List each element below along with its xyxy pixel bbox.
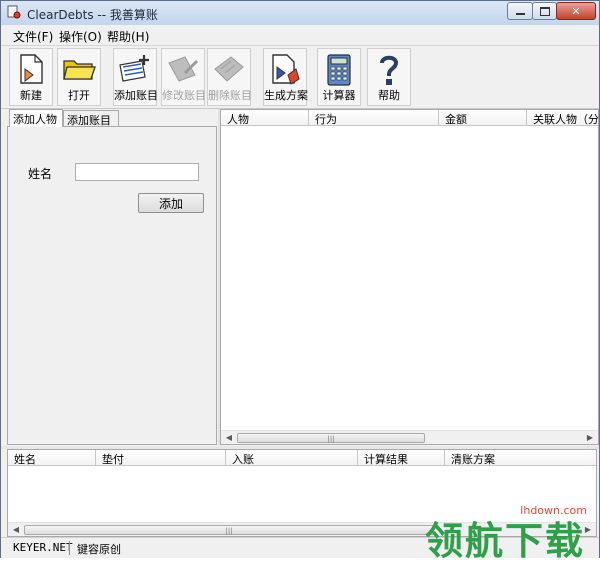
status-site: KEYER.NET <box>13 541 73 554</box>
generate-plan-button[interactable]: 生成方案 <box>263 48 308 106</box>
calculator-icon <box>327 54 351 86</box>
help-button[interactable]: 帮助 <box>367 48 411 106</box>
entries-column-amount[interactable]: 金额 <box>439 110 527 126</box>
summary-column-plan[interactable]: 清账方案 <box>445 450 596 466</box>
add-entry-button-label: 添加账目 <box>114 89 158 102</box>
calculator-button[interactable]: 计算器 <box>317 48 361 106</box>
entries-scroll-thumb[interactable]: ||| <box>237 433 425 443</box>
name-label: 姓名 <box>28 167 53 181</box>
calculator-button-label: 计算器 <box>322 89 356 102</box>
close-icon: ✕ <box>571 4 581 18</box>
grip-icon: ||| <box>327 435 335 443</box>
add-person-button[interactable]: 添加 <box>138 193 204 213</box>
edit-entry-icon <box>168 56 199 82</box>
summary-scroll-thumb[interactable]: ||| <box>24 525 434 535</box>
delete-entry-icon <box>214 56 244 82</box>
main-content: 添加人物 添加账目 姓名 添加 人物 行为 金额 关联人物（分 ◀ ||| ▶ … <box>1 109 599 537</box>
menu-bar: 文件(F) 操作(O) 帮助(H) <box>1 25 599 46</box>
tab-add-entry[interactable]: 添加账目 <box>63 110 119 127</box>
new-button[interactable]: 新建 <box>9 48 53 106</box>
grip-icon: ||| <box>225 527 233 535</box>
scroll-left-icon[interactable]: ◀ <box>224 433 234 443</box>
status-divider <box>69 541 70 555</box>
add-entry-icon <box>119 55 149 82</box>
new-document-icon <box>20 54 43 84</box>
menu-help[interactable]: 帮助(H) <box>107 28 149 45</box>
left-panel: 添加人物 添加账目 姓名 添加 <box>7 109 217 445</box>
name-input[interactable] <box>75 163 199 181</box>
open-folder-icon <box>63 60 96 80</box>
generate-plan-icon <box>272 54 300 85</box>
add-entry-button[interactable]: 添加账目 <box>113 48 158 106</box>
entries-horizontal-scrollbar[interactable]: ◀ ||| ▶ <box>221 430 598 444</box>
maximize-icon <box>539 6 550 16</box>
entries-column-person[interactable]: 人物 <box>221 110 309 126</box>
app-window: ClearDebts -- 我善算账 ✕ 文件(F) 操作(O) 帮助(H) 新… <box>0 0 600 563</box>
tab-add-person[interactable]: 添加人物 <box>9 109 63 127</box>
summary-column-income[interactable]: 入账 <box>226 450 358 466</box>
delete-entry-button[interactable]: 删除账目 <box>207 48 252 106</box>
add-person-panel: 姓名 添加 <box>7 126 217 445</box>
watermark: lhdown.com 领航下载 <box>425 504 593 563</box>
status-author: 键容原创 <box>77 543 121 556</box>
title-bar[interactable]: ClearDebts -- 我善算账 ✕ <box>1 1 599 25</box>
watermark-logo: 领航下载 <box>425 519 586 563</box>
menu-operation[interactable]: 操作(O) <box>59 28 102 45</box>
maximize-button[interactable] <box>532 2 557 20</box>
open-button-label: 打开 <box>68 89 90 102</box>
summary-column-advance[interactable]: 垫付 <box>96 450 226 466</box>
summary-column-name[interactable]: 姓名 <box>8 450 96 466</box>
scroll-left-icon[interactable]: ◀ <box>11 525 21 535</box>
edit-entry-button[interactable]: 修改账目 <box>161 48 206 106</box>
edit-entry-button-label: 修改账目 <box>162 89 206 102</box>
entries-table: 人物 行为 金额 关联人物（分 ◀ ||| ▶ <box>220 109 599 445</box>
entries-column-related[interactable]: 关联人物（分 <box>527 110 598 126</box>
app-icon <box>7 5 21 19</box>
minimize-icon <box>515 13 525 15</box>
new-button-label: 新建 <box>20 89 42 102</box>
help-button-label: 帮助 <box>378 89 400 102</box>
help-icon <box>380 55 399 85</box>
toolbar: 新建 打开 添加账目 修改账目 删除账目 生成方案 计算器 帮助 <box>1 46 599 109</box>
entries-column-action[interactable]: 行为 <box>309 110 439 126</box>
delete-entry-button-label: 删除账目 <box>208 89 252 102</box>
window-title: ClearDebts -- 我善算账 <box>27 8 158 22</box>
summary-column-result[interactable]: 计算结果 <box>358 450 445 466</box>
scroll-right-icon[interactable]: ▶ <box>585 433 595 443</box>
menu-file[interactable]: 文件(F) <box>13 28 53 45</box>
minimize-button[interactable] <box>507 2 533 20</box>
open-button[interactable]: 打开 <box>57 48 101 106</box>
close-button[interactable]: ✕ <box>556 2 596 20</box>
generate-plan-button-label: 生成方案 <box>264 89 308 102</box>
